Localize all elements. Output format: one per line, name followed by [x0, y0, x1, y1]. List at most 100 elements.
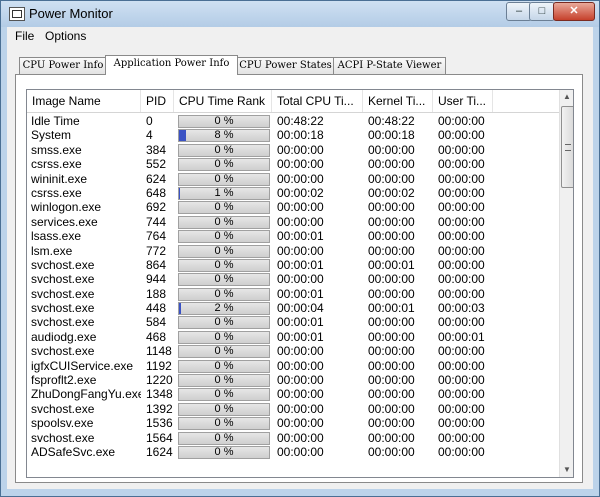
- close-button[interactable]: ✕: [553, 2, 595, 21]
- cell-pid: 468: [146, 329, 167, 344]
- cell-pid: 648: [146, 185, 167, 200]
- scroll-down-arrow-icon[interactable]: ▼: [560, 463, 573, 477]
- column-total-cpu-time[interactable]: Total CPU Ti...: [272, 90, 363, 112]
- tab-cpu-power-states[interactable]: CPU Power States: [237, 57, 334, 74]
- window-title: Power Monitor: [29, 6, 113, 21]
- cpu-rank-text: 0 %: [214, 359, 234, 372]
- cell-kernel-time: 00:48:22: [368, 114, 415, 128]
- table-row[interactable]: Idle Time 0 0 % 00:48:22 00:48:22 00:00:00: [27, 114, 559, 128]
- table-row[interactable]: svchost.exe 188 0 % 00:00:01 00:00:00 00:00:0…: [27, 287, 559, 301]
- table-row[interactable]: svchost.exe 944 0 % 00:00:00 00:00:00 00:00:0…: [27, 272, 559, 287]
- cpu-rank-bar: 0 %: [178, 201, 270, 215]
- table-row[interactable]: svchost.exe 1148 0 % 00:00:00 00:00:00 00:00:…: [27, 344, 559, 359]
- process-list: Image Name PID CPU Time Rank Total CPU T…: [26, 89, 574, 478]
- table-row[interactable]: igfxCUIService.exe 1192 0 % 00:00:00 00:00:0…: [27, 359, 559, 373]
- cpu-rank-text: 0 %: [214, 230, 234, 243]
- cell-kernel-time: 00:00:18: [368, 128, 415, 143]
- cell-user-time: 00:00:00: [438, 286, 485, 301]
- cell-image-name: svchost.exe: [31, 272, 95, 287]
- cell-image-name: fsproflt2.exe: [31, 373, 97, 388]
- cell-kernel-time: 00:00:00: [368, 430, 415, 445]
- cpu-rank-text: 0 %: [214, 143, 234, 156]
- cpu-rank-text: 0 %: [214, 258, 234, 271]
- table-row[interactable]: ADSafeSvc.exe 1624 0 % 00:00:00 00:00:00 00:0…: [27, 445, 559, 459]
- column-kernel-time[interactable]: Kernel Ti...: [363, 90, 433, 112]
- cell-user-time: 00:00:00: [438, 114, 485, 128]
- cpu-rank-text: 0 %: [214, 158, 234, 171]
- cell-user-time: 00:00:00: [438, 344, 485, 359]
- table-row[interactable]: ZhuDongFangYu.exe 1348 0 % 00:00:00 00:00:00…: [27, 387, 559, 402]
- application-power-info-panel: Image Name PID CPU Time Rank Total CPU T…: [15, 74, 583, 483]
- cell-pid: 188: [146, 286, 167, 301]
- title-bar[interactable]: Power Monitor – □ ✕: [1, 1, 599, 27]
- cell-user-time: 00:00:00: [438, 272, 485, 287]
- cell-image-name: svchost.exe: [31, 315, 95, 330]
- scroll-grip-icon: [565, 144, 571, 151]
- cpu-rank-text: 0 %: [214, 345, 234, 358]
- tab-application-power-info[interactable]: Application Power Info: [105, 55, 238, 75]
- cell-total-cpu-time: 00:00:01: [277, 229, 324, 244]
- table-row[interactable]: audiodg.exe 468 0 % 00:00:01 00:00:00 00:00:0…: [27, 330, 559, 344]
- table-row[interactable]: System 4 8 % 00:00:18 00:00:18 00:00:00: [27, 128, 559, 143]
- cell-user-time: 00:00:00: [438, 444, 485, 459]
- table-row[interactable]: services.exe 744 0 % 00:00:00 00:00:00 00:00:…: [27, 215, 559, 229]
- cpu-rank-bar: 0 %: [178, 431, 270, 445]
- cell-pid: 864: [146, 257, 167, 272]
- table-row[interactable]: csrss.exe 648 1 % 00:00:02 00:00:02 00:00:00: [27, 186, 559, 200]
- cell-image-name: csrss.exe: [31, 157, 82, 172]
- tab-cpu-power-info[interactable]: CPU Power Info: [19, 57, 107, 74]
- cell-pid: 1148: [146, 344, 172, 359]
- cell-user-time: 00:00:00: [438, 214, 485, 229]
- menu-options[interactable]: Options: [45, 29, 86, 43]
- cpu-rank-bar: 0 %: [178, 417, 270, 431]
- table-row[interactable]: csrss.exe 552 0 % 00:00:00 00:00:00 00:00:00: [27, 157, 559, 172]
- cell-total-cpu-time: 00:00:01: [277, 286, 324, 301]
- table-row[interactable]: svchost.exe 864 0 % 00:00:01 00:00:01 00:00:0…: [27, 258, 559, 272]
- tab-acpi-p-state-viewer[interactable]: ACPI P-State Viewer: [333, 57, 446, 74]
- scroll-up-arrow-icon[interactable]: ▲: [560, 90, 573, 104]
- cell-kernel-time: 00:00:00: [368, 272, 415, 287]
- cell-pid: 744: [146, 214, 167, 229]
- cell-user-time: 00:00:00: [438, 430, 485, 445]
- table-row[interactable]: winlogon.exe 692 0 % 00:00:00 00:00:00 00:00:…: [27, 200, 559, 215]
- column-user-time[interactable]: User Ti...: [433, 90, 493, 112]
- column-cpu-time-rank[interactable]: CPU Time Rank: [174, 90, 272, 112]
- cell-kernel-time: 00:00:00: [368, 157, 415, 172]
- table-row[interactable]: lsass.exe 764 0 % 00:00:01 00:00:00 00:00:00: [27, 229, 559, 244]
- cell-user-time: 00:00:00: [438, 315, 485, 330]
- column-pid[interactable]: PID: [141, 90, 174, 112]
- table-row[interactable]: spoolsv.exe 1536 0 % 00:00:00 00:00:00 00:00:…: [27, 416, 559, 431]
- cell-kernel-time: 00:00:00: [368, 373, 415, 388]
- cell-total-cpu-time: 00:00:04: [277, 301, 324, 316]
- table-row[interactable]: svchost.exe 1564 0 % 00:00:00 00:00:00 00:00:…: [27, 431, 559, 445]
- table-row[interactable]: lsm.exe 772 0 % 00:00:00 00:00:00 00:00:00: [27, 244, 559, 258]
- cell-user-time: 00:00:03: [438, 301, 485, 316]
- cell-total-cpu-time: 00:00:02: [277, 185, 324, 200]
- scroll-thumb[interactable]: [561, 106, 573, 188]
- vertical-scrollbar[interactable]: ▲ ▼: [559, 90, 573, 477]
- cell-pid: 0: [146, 114, 153, 128]
- table-row[interactable]: svchost.exe 584 0 % 00:00:01 00:00:00 00:00:0…: [27, 315, 559, 330]
- cell-user-time: 00:00:00: [438, 229, 485, 244]
- cell-image-name: winlogon.exe: [31, 200, 102, 215]
- cpu-rank-text: 8 %: [214, 129, 234, 142]
- cpu-rank-text: 2 %: [214, 302, 234, 315]
- table-row[interactable]: smss.exe 384 0 % 00:00:00 00:00:00 00:00:00: [27, 143, 559, 157]
- table-row[interactable]: svchost.exe 448 2 % 00:00:04 00:00:01 00:00:0…: [27, 301, 559, 316]
- maximize-button[interactable]: □: [529, 2, 555, 21]
- table-row[interactable]: fsproflt2.exe 1220 0 % 00:00:00 00:00:00 00:0…: [27, 373, 559, 388]
- cell-kernel-time: 00:00:00: [368, 401, 415, 416]
- cell-user-time: 00:00:00: [438, 373, 485, 388]
- cell-total-cpu-time: 00:00:00: [277, 358, 324, 373]
- table-row[interactable]: svchost.exe 1392 0 % 00:00:00 00:00:00 00:00:…: [27, 402, 559, 416]
- cell-image-name: csrss.exe: [31, 185, 82, 200]
- cell-total-cpu-time: 00:00:00: [277, 344, 324, 359]
- table-row[interactable]: wininit.exe 624 0 % 00:00:00 00:00:00 00:00:0…: [27, 172, 559, 186]
- cpu-rank-bar: 0 %: [178, 374, 270, 388]
- cell-kernel-time: 00:00:00: [368, 200, 415, 215]
- cell-pid: 772: [146, 243, 167, 258]
- cell-user-time: 00:00:00: [438, 358, 485, 373]
- menu-file[interactable]: File: [15, 29, 34, 43]
- column-image-name[interactable]: Image Name: [27, 90, 141, 112]
- cell-total-cpu-time: 00:00:00: [277, 387, 324, 402]
